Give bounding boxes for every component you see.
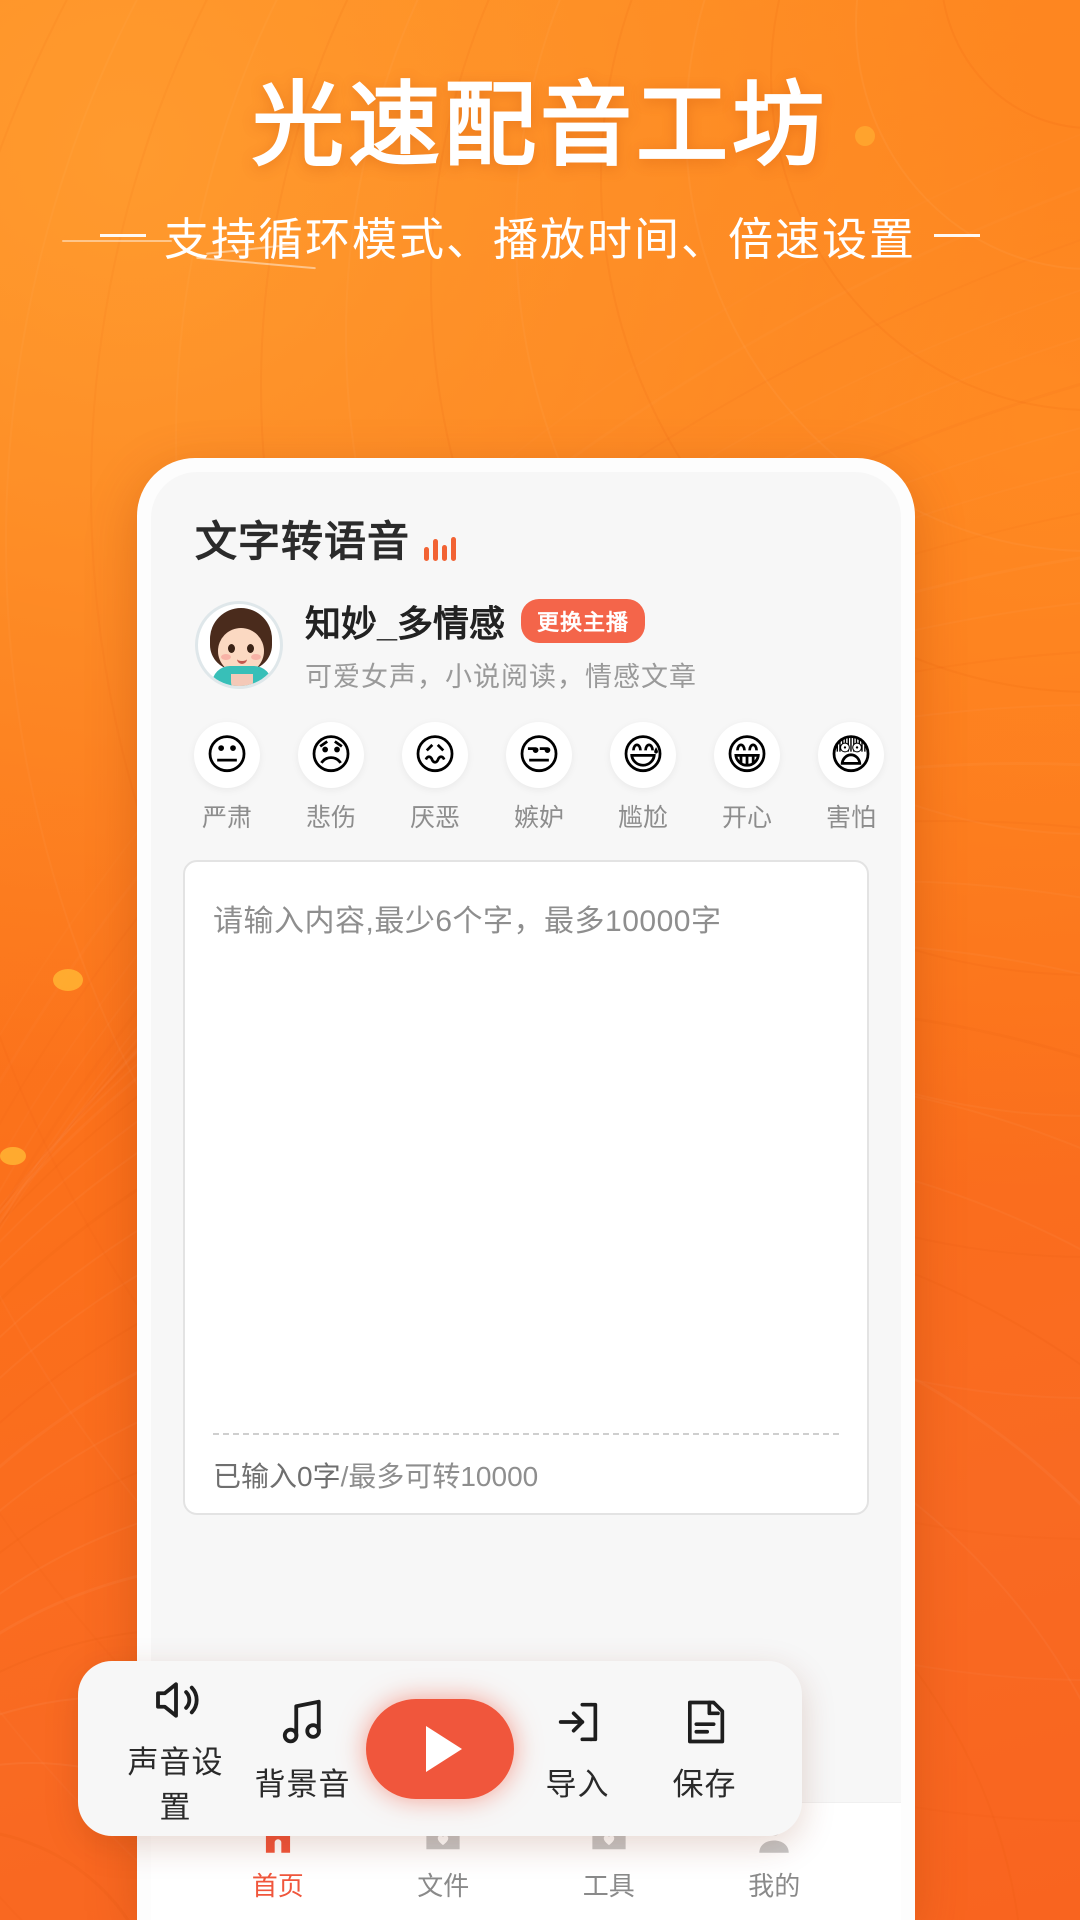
speaker-meta: 知妙_多情感 更换主播 可爱女声，小说阅读，情感文章 xyxy=(305,595,865,694)
avatar-eye-left-icon xyxy=(228,643,235,653)
emotion-item[interactable]: 😨 害怕 xyxy=(799,722,901,834)
play-button[interactable] xyxy=(366,1698,514,1799)
text-input-card[interactable]: 请输入内容,最少6个字，最多10000字 已输入0字/最多可转10000 xyxy=(183,860,869,1515)
emoji-disgust-icon: 😖 xyxy=(402,722,468,788)
emoji-neutral-icon: 😐 xyxy=(194,722,260,788)
background-music-label: 背景音 xyxy=(254,1767,351,1802)
emotion-item[interactable]: 😖 厌恶 xyxy=(383,722,487,834)
char-counter-max: /最多可转10000 xyxy=(340,1461,539,1492)
save-disk-icon xyxy=(641,1693,768,1751)
avatar-cheek-right-icon xyxy=(251,653,261,660)
dash-left-icon xyxy=(99,234,146,238)
avatar[interactable] xyxy=(195,600,283,689)
poster-subtitle-row: 支持循环模式、播放时间、倍速设置 xyxy=(0,203,1080,268)
import-arrow-icon xyxy=(514,1693,641,1751)
speaker-description: 可爱女声，小说阅读，情感文章 xyxy=(305,662,697,692)
nav-label: 我的 xyxy=(748,1871,801,1901)
emotion-label: 厌恶 xyxy=(409,804,460,832)
avatar-collar-icon xyxy=(231,673,253,686)
waveform-icon xyxy=(424,537,457,569)
emotion-item[interactable]: 😁 开心 xyxy=(695,722,799,834)
music-note-icon xyxy=(239,1693,366,1751)
emoji-sad-icon: 😞 xyxy=(298,722,364,788)
nav-label: 工具 xyxy=(582,1871,635,1901)
deco-dot-1 xyxy=(53,969,83,991)
change-speaker-button[interactable]: 更换主播 xyxy=(521,599,646,643)
nav-label: 首页 xyxy=(251,1871,304,1901)
emotion-label: 嫉妒 xyxy=(513,804,564,832)
emotion-label: 开心 xyxy=(721,804,772,832)
emoji-happy-icon: 😁 xyxy=(714,722,780,788)
emotion-list[interactable]: 😐 严肃 😞 悲伤 😖 厌恶 😒 嫉妒 😅 尴尬 😁 开心 😨 害怕 xyxy=(151,694,901,860)
emotion-item[interactable]: 😞 悲伤 xyxy=(279,722,383,834)
speaker-name-row: 知妙_多情感 更换主播 xyxy=(305,595,865,647)
floating-toolbar[interactable]: 声音设置 背景音 导入 保存 xyxy=(78,1661,802,1836)
emotion-label: 严肃 xyxy=(201,804,252,832)
text-input-placeholder: 请输入内容,最少6个字，最多10000字 xyxy=(213,905,722,938)
emotion-label: 悲伤 xyxy=(305,804,356,832)
speaker-name: 知妙_多情感 xyxy=(305,603,506,644)
speaker-volume-icon xyxy=(112,1671,239,1729)
avatar-cheek-left-icon xyxy=(221,653,231,660)
emotion-item[interactable]: 😒 嫉妒 xyxy=(487,722,591,834)
dash-right-icon xyxy=(934,234,980,238)
import-button[interactable]: 导入 xyxy=(514,1693,641,1804)
emoji-fear-icon: 😨 xyxy=(818,722,884,788)
save-button[interactable]: 保存 xyxy=(641,1693,768,1804)
poster-headline: 光速配音工坊 支持循环模式、播放时间、倍速设置 xyxy=(0,75,1080,268)
emotion-item[interactable]: 😅 尴尬 xyxy=(591,722,695,834)
speaker-row[interactable]: 知妙_多情感 更换主播 可爱女声，小说阅读，情感文章 xyxy=(151,569,901,694)
background-music-button[interactable]: 背景音 xyxy=(239,1693,366,1804)
emoji-jealous-icon: 😒 xyxy=(506,722,572,788)
app-header: 文字转语音 xyxy=(151,472,901,569)
nav-label: 文件 xyxy=(417,1871,470,1901)
sound-settings-label: 声音设置 xyxy=(127,1744,224,1825)
poster-subtitle: 支持循环模式、播放时间、倍速设置 xyxy=(163,214,916,266)
poster-title: 光速配音工坊 xyxy=(251,75,828,177)
avatar-eye-right-icon xyxy=(247,643,254,653)
save-label: 保存 xyxy=(672,1767,737,1802)
import-label: 导入 xyxy=(545,1767,610,1802)
emotion-label: 尴尬 xyxy=(617,804,668,832)
sound-settings-button[interactable]: 声音设置 xyxy=(112,1671,239,1827)
emotion-item[interactable]: 😐 严肃 xyxy=(175,722,279,834)
app-title: 文字转语音 xyxy=(195,518,411,565)
char-counter: 已输入0字/最多可转10000 xyxy=(213,1455,538,1495)
emotion-label: 害怕 xyxy=(825,804,876,832)
input-divider xyxy=(213,1433,839,1435)
deco-dot-2 xyxy=(0,1147,26,1165)
play-triangle-icon xyxy=(426,1725,462,1772)
emoji-awkward-icon: 😅 xyxy=(610,722,676,788)
char-counter-used: 已输入0字 xyxy=(213,1461,341,1492)
